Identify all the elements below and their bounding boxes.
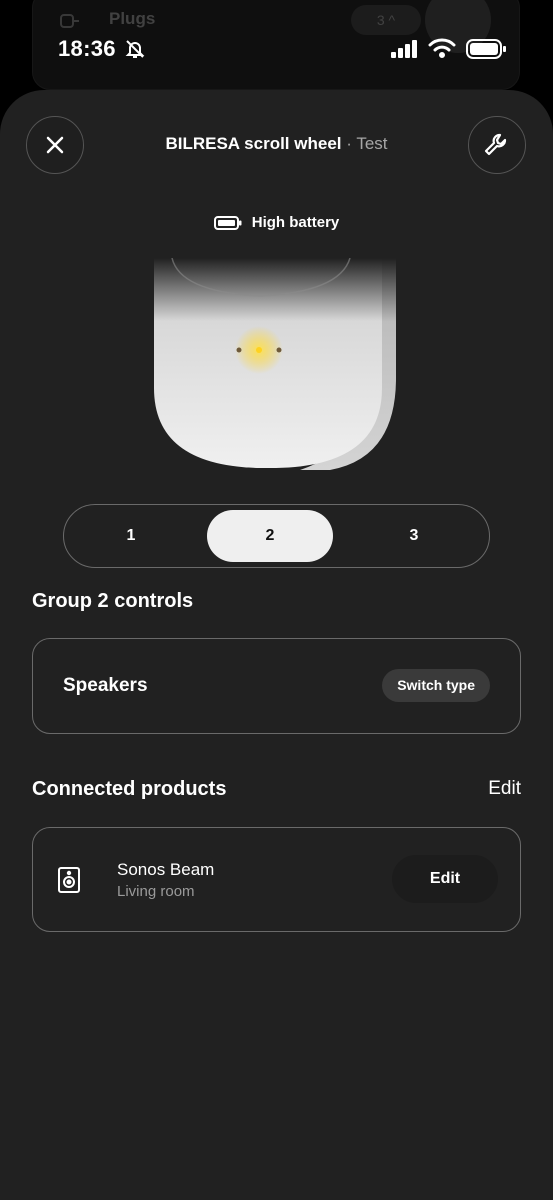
battery-status: High battery <box>0 214 553 231</box>
wrench-icon <box>484 133 507 156</box>
device-room: Test <box>356 134 388 153</box>
group-option-2[interactable]: 2 <box>207 510 333 562</box>
speaker-icon <box>58 867 80 893</box>
status-time: 18:36 <box>58 36 116 61</box>
edit-connected-products-link[interactable]: Edit <box>488 778 521 800</box>
group-selector: 1 2 3 <box>63 504 490 568</box>
device-image <box>154 258 396 470</box>
battery-label: High battery <box>251 214 340 231</box>
cellular-signal-icon <box>391 40 417 58</box>
control-type-label: Speakers <box>63 675 148 696</box>
group-option-1[interactable]: 1 <box>68 510 194 562</box>
device-sheet: BILRESA scroll wheel · Test High battery <box>0 90 553 1200</box>
wifi-icon <box>428 38 456 58</box>
title-separator: · <box>346 134 352 153</box>
battery-icon <box>466 39 506 59</box>
product-room: Living room <box>117 883 195 900</box>
screen: Plugs 3 ^ 18:36 BILRESA scroll wheel · T… <box>0 0 553 1200</box>
status-bar: 18:36 <box>0 0 553 100</box>
settings-button[interactable] <box>468 116 526 174</box>
device-name: BILRESA scroll wheel <box>165 134 342 153</box>
bell-slash-icon <box>125 40 145 58</box>
connected-products-title: Connected products <box>32 778 227 800</box>
control-type-card: Speakers Switch type <box>32 638 521 734</box>
battery-icon <box>213 215 242 230</box>
product-name: Sonos Beam <box>117 860 215 879</box>
edit-product-button[interactable]: Edit <box>392 855 498 903</box>
group-option-3[interactable]: 3 <box>351 510 477 562</box>
group-controls-title: Group 2 controls <box>32 590 194 612</box>
list-item[interactable]: Sonos Beam Living room Edit <box>32 827 521 932</box>
switch-type-button[interactable]: Switch type <box>382 669 490 702</box>
